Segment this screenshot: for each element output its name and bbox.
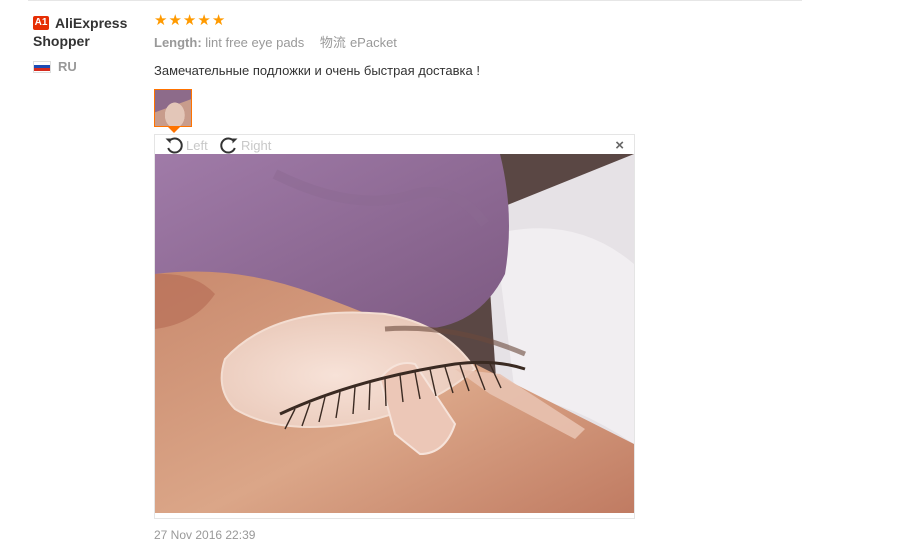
star-icon: ★ <box>197 12 211 29</box>
thumbnail-pointer-icon <box>168 127 180 133</box>
viewer-toolbar: Left Right × <box>155 135 634 155</box>
star-rating: ★ ★ ★ ★ ★ <box>154 12 634 30</box>
reviewer-info: A1 AliExpress Shopper RU <box>33 14 145 74</box>
top-divider <box>28 0 802 1</box>
reviewer-name[interactable]: A1 AliExpress Shopper <box>33 14 145 50</box>
country-code: RU <box>58 59 77 74</box>
close-icon[interactable]: × <box>615 137 624 155</box>
rotate-cw-icon <box>219 135 239 155</box>
photo-viewer: Left Right × <box>154 134 635 519</box>
photo-thumbnail[interactable] <box>154 89 192 127</box>
level-badge: A1 <box>33 16 49 30</box>
shipping-label: 物流 <box>319 35 346 50</box>
star-icon: ★ <box>168 12 182 29</box>
feedback-date: 27 Nov 2016 22:39 <box>154 528 256 542</box>
reviewer-name-line2: Shopper <box>33 33 90 49</box>
review-photo <box>155 154 634 513</box>
star-icon: ★ <box>154 12 168 29</box>
rotate-left-button[interactable]: Left <box>164 135 208 155</box>
photo-thumbnail-wrap <box>154 89 194 133</box>
rotate-left-label: Left <box>186 137 208 153</box>
star-icon: ★ <box>182 12 197 29</box>
reviewer-country: RU <box>33 59 145 74</box>
russia-flag-icon <box>33 60 51 73</box>
rotate-right-button[interactable]: Right <box>219 135 271 155</box>
reviewer-name-line1: AliExpress <box>55 15 128 31</box>
rotate-ccw-icon <box>164 135 184 155</box>
star-icon: ★ <box>211 12 226 29</box>
length-value: lint free eye pads <box>205 35 305 50</box>
order-info: Length: lint free eye pads 物流 ePacket <box>154 34 634 52</box>
shipping-value: ePacket <box>349 35 397 50</box>
feedback-text: Замечательные подложки и очень быстрая д… <box>154 63 480 78</box>
length-label: Length: <box>154 35 202 50</box>
rotate-right-label: Right <box>241 137 272 153</box>
feedback-content: ★ ★ ★ ★ ★ Length: lint free eye pads 物流 ePack… <box>154 12 634 133</box>
